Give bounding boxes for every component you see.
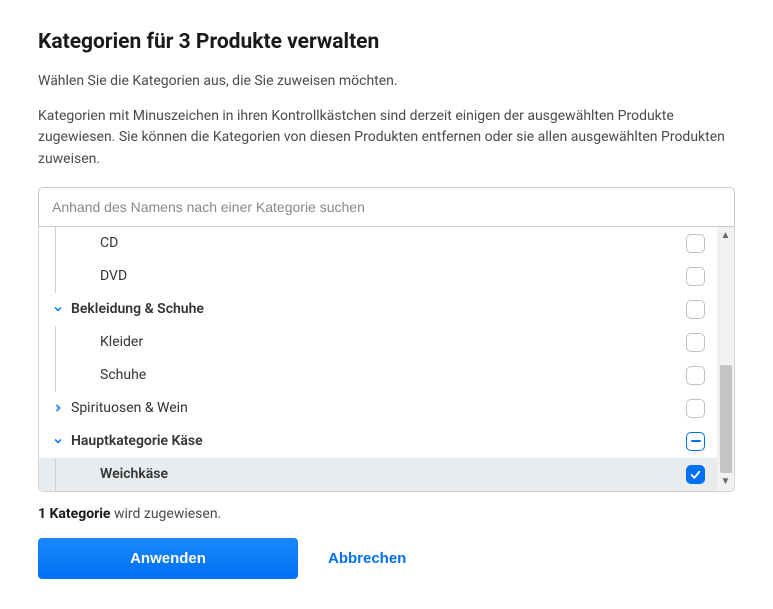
scroll-down-icon[interactable]: ▼ bbox=[717, 473, 734, 491]
category-checkbox[interactable] bbox=[686, 234, 705, 253]
category-checkbox[interactable] bbox=[686, 333, 705, 352]
category-row[interactable]: Schuhe bbox=[39, 359, 717, 392]
category-tree-container: CD DVD Bekleidung & Schuhe Kleider Schuhe Spi… bbox=[38, 227, 735, 492]
category-row[interactable]: CD bbox=[39, 227, 717, 260]
category-checkbox[interactable] bbox=[686, 366, 705, 385]
category-label: Bekleidung & Schuhe bbox=[69, 301, 680, 317]
scrollbar[interactable]: ▲ ▼ bbox=[717, 227, 734, 491]
category-row[interactable]: Hauptkategorie Käse bbox=[39, 425, 717, 458]
indent-line bbox=[55, 227, 56, 260]
subtitle-text: Wählen Sie die Kategorien aus, die Sie z… bbox=[38, 72, 735, 92]
actions-bar: Anwenden Abbrechen bbox=[38, 538, 735, 579]
category-row[interactable]: DVD bbox=[39, 260, 717, 293]
indent-line bbox=[55, 458, 56, 491]
search-input[interactable] bbox=[39, 188, 734, 226]
category-label: CD bbox=[98, 235, 680, 251]
category-checkbox[interactable] bbox=[686, 465, 705, 484]
chevron-down-icon[interactable] bbox=[47, 435, 69, 447]
scroll-thumb[interactable] bbox=[720, 365, 732, 473]
category-tree: CD DVD Bekleidung & Schuhe Kleider Schuhe Spi… bbox=[39, 227, 717, 491]
category-checkbox[interactable] bbox=[686, 300, 705, 319]
category-row[interactable]: Bekleidung & Schuhe bbox=[39, 293, 717, 326]
description-text: Kategorien mit Minuszeichen in ihren Kon… bbox=[38, 106, 735, 171]
status-count: 1 Kategorie bbox=[38, 506, 111, 522]
page-title: Kategorien für 3 Produkte verwalten bbox=[38, 30, 735, 54]
category-label: Schuhe bbox=[98, 367, 680, 383]
category-label: Hauptkategorie Käse bbox=[69, 433, 680, 449]
status-rest: wird zugewiesen. bbox=[111, 506, 222, 522]
indent-line bbox=[55, 326, 56, 359]
category-checkbox[interactable] bbox=[686, 432, 705, 451]
category-label: DVD bbox=[98, 268, 680, 284]
category-label: Weichkäse bbox=[98, 466, 680, 482]
chevron-right-icon[interactable] bbox=[47, 402, 69, 414]
scroll-up-icon[interactable]: ▲ bbox=[717, 227, 734, 245]
category-label: Kleider bbox=[98, 334, 680, 350]
category-checkbox[interactable] bbox=[686, 399, 705, 418]
cancel-button[interactable]: Abbrechen bbox=[320, 538, 414, 579]
chevron-down-icon[interactable] bbox=[47, 303, 69, 315]
category-row[interactable]: Weichkäse bbox=[39, 458, 717, 491]
indent-line bbox=[55, 260, 56, 293]
search-container bbox=[38, 187, 735, 227]
category-row[interactable]: Kleider bbox=[39, 326, 717, 359]
apply-button[interactable]: Anwenden bbox=[38, 538, 298, 579]
category-row[interactable]: Spirituosen & Wein bbox=[39, 392, 717, 425]
category-label: Spirituosen & Wein bbox=[69, 400, 680, 416]
category-checkbox[interactable] bbox=[686, 267, 705, 286]
status-text: 1 Kategorie wird zugewiesen. bbox=[38, 506, 735, 522]
indent-line bbox=[55, 359, 56, 392]
scroll-track[interactable] bbox=[720, 245, 732, 365]
